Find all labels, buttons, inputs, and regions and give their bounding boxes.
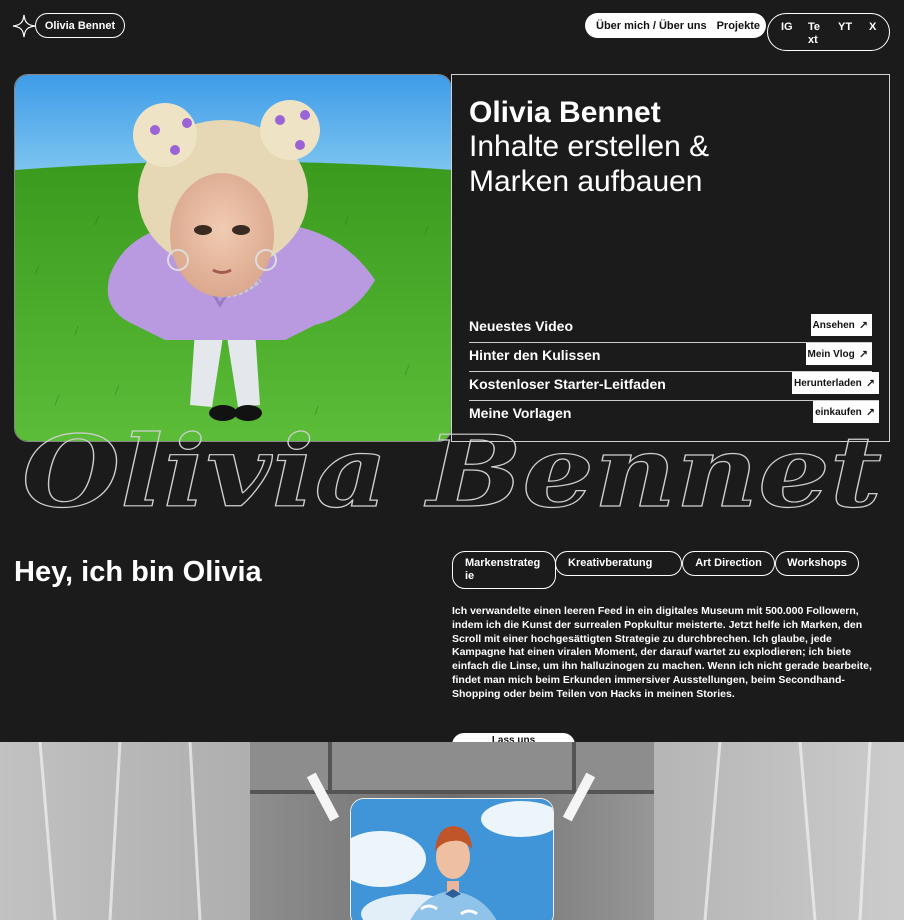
- chip-workshops[interactable]: Workshops: [775, 551, 859, 576]
- chip-label-line2: ie: [465, 570, 475, 582]
- social-x-link[interactable]: X: [869, 21, 876, 34]
- about-title: Hey, ich bin Olivia: [14, 556, 262, 588]
- man-in-cloud-suit-illustration: [351, 799, 553, 920]
- logo-label: Olivia Bennet: [44, 19, 116, 32]
- logo-button[interactable]: Olivia Bennet: [35, 13, 125, 38]
- button-label: Ansehen: [812, 319, 855, 331]
- link-label: Kostenloser Starter-Leitfaden: [469, 376, 666, 392]
- hero-tagline-line1: Inhalte erstellen &: [469, 130, 710, 163]
- social-text-link[interactable]: Te xt: [808, 21, 820, 47]
- chip-label-line1: Markenstrateg: [465, 557, 541, 569]
- hero-tagline: Inhalte erstellen & Marken aufbauen: [469, 129, 769, 199]
- portrait-illustration: [15, 75, 451, 441]
- download-button[interactable]: Herunterladen ↗: [791, 372, 879, 394]
- chip-label: Art Direction: [695, 557, 762, 569]
- social-text-line2: xt: [808, 34, 818, 46]
- social-yt-link[interactable]: YT: [838, 21, 852, 34]
- social-links: IG Te xt YT X: [767, 13, 890, 51]
- chip-label: Markenstrateg ie: [465, 557, 540, 583]
- main-nav: Über mich / Über uns Projekte: [585, 13, 766, 38]
- chip-creative-consulting[interactable]: Kreativberatung: [555, 551, 682, 576]
- chip-art-direction[interactable]: Art Direction: [682, 551, 775, 576]
- arrow-up-right-icon: ↗: [858, 348, 868, 361]
- link-row-guide: Kostenloser Starter-Leitfaden Herunterla…: [469, 372, 879, 401]
- nav-projects-link[interactable]: Projekte: [717, 20, 760, 32]
- sparkle-star-icon: [12, 14, 36, 38]
- project-card-image[interactable]: [350, 798, 554, 920]
- arrow-up-right-icon: ↗: [865, 377, 875, 390]
- hero-name: Olivia Bennet: [469, 96, 661, 129]
- button-label: Herunterladen: [793, 377, 862, 389]
- button-label: einkaufen: [815, 406, 862, 418]
- script-title-text: Olivia Bennet: [22, 418, 882, 528]
- hero-photo: [14, 74, 452, 442]
- nav-about-link[interactable]: Über mich / Über uns: [596, 20, 707, 32]
- social-text-line1: Te: [808, 21, 821, 33]
- link-row-video: Neuestes Video Ansehen ↗: [469, 314, 872, 343]
- link-row-vlog: Hinter den Kulissen Mein Vlog ↗: [469, 343, 872, 372]
- watch-button[interactable]: Ansehen ↗: [810, 314, 872, 336]
- arrow-up-right-icon: ↗: [858, 319, 868, 332]
- script-title: Olivia Bennet: [21, 418, 882, 528]
- chip-label: Kreativberatung: [568, 557, 653, 569]
- social-ig-link[interactable]: IG: [781, 21, 793, 34]
- vlog-button[interactable]: Mein Vlog ↗: [805, 343, 872, 365]
- bio-text: Ich verwandelte einen leeren Feed in ein…: [452, 605, 872, 700]
- hero-tagline-line2: Marken aufbauen: [469, 165, 703, 198]
- chip-brand-strategy[interactable]: Markenstrateg ie: [452, 551, 556, 589]
- chip-label: Workshops: [787, 557, 847, 569]
- button-label: Mein Vlog: [807, 348, 855, 360]
- link-label: Neuestes Video: [469, 318, 574, 334]
- arrow-up-right-icon: ↗: [865, 406, 875, 419]
- link-label: Hinter den Kulissen: [469, 347, 601, 363]
